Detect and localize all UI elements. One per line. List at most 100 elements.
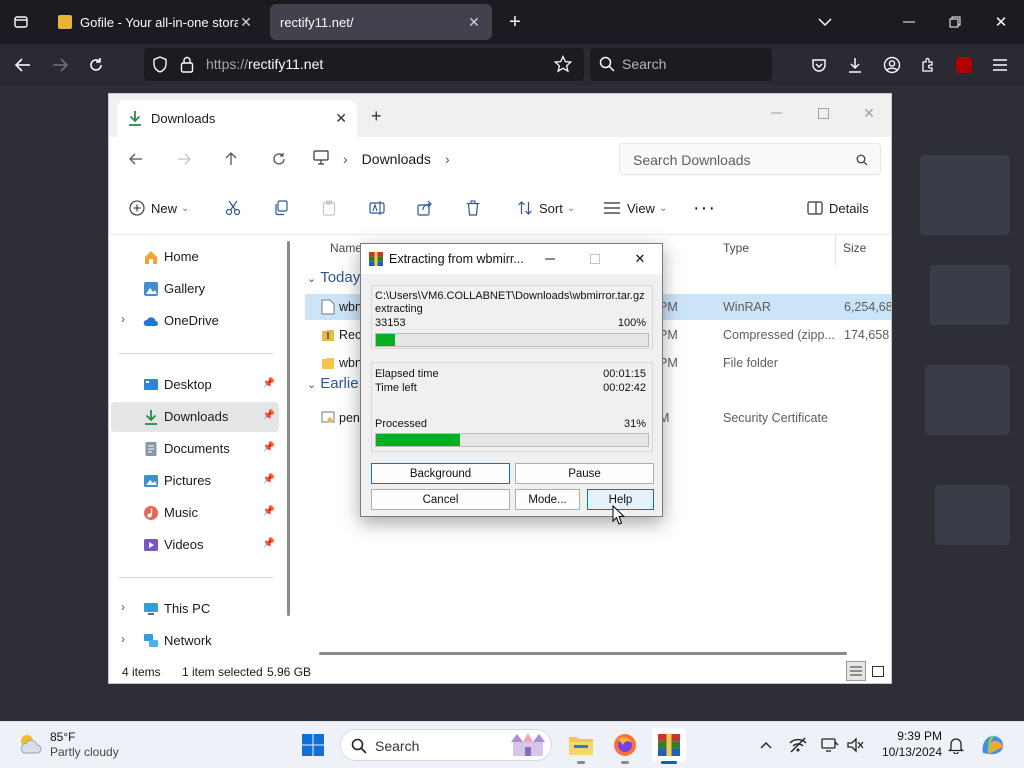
account-icon[interactable]: [879, 52, 905, 78]
sidebar-item-this-pc[interactable]: › This PC: [111, 594, 279, 624]
browser-search-box[interactable]: Search: [590, 48, 772, 81]
list-tabs-icon[interactable]: [812, 9, 838, 35]
minimize-icon[interactable]: [537, 249, 563, 269]
pin-icon[interactable]: 📌: [263, 378, 275, 389]
group-header-earlier[interactable]: ⌄ Earlie: [307, 375, 359, 392]
volume-muted-icon[interactable]: [846, 735, 866, 755]
shield-icon[interactable]: [152, 56, 168, 78]
sidebar-item-music[interactable]: Music 📌: [111, 498, 279, 528]
chevron-right-icon[interactable]: ›: [343, 151, 348, 167]
column-header-type[interactable]: Type: [723, 241, 749, 255]
minimize-icon[interactable]: [896, 9, 922, 35]
delete-button[interactable]: [465, 193, 487, 223]
chevron-right-icon[interactable]: ›: [445, 151, 450, 167]
sidebar-item-network[interactable]: › Network: [111, 626, 279, 656]
view-button[interactable]: View ⌄: [603, 193, 667, 223]
sidebar-item-home[interactable]: Home: [111, 242, 279, 272]
chevron-right-icon[interactable]: ›: [121, 600, 125, 614]
back-icon[interactable]: [10, 52, 36, 78]
close-tab-icon[interactable]: ✕: [466, 14, 482, 31]
clock-date[interactable]: 10/13/2024: [870, 745, 942, 759]
back-icon[interactable]: [123, 146, 149, 172]
restore-icon[interactable]: [942, 9, 968, 35]
display-icon[interactable]: [820, 735, 840, 755]
close-icon[interactable]: ✕: [854, 100, 884, 126]
network-offline-icon[interactable]: [788, 735, 808, 755]
new-tab-icon[interactable]: +: [371, 106, 382, 127]
weather-temperature[interactable]: 85°F: [50, 730, 75, 744]
up-icon[interactable]: [218, 146, 244, 172]
this-pc-icon[interactable]: [313, 150, 329, 168]
column-header-name[interactable]: Name: [330, 241, 362, 255]
notification-bell-icon[interactable]: [946, 735, 966, 755]
sidebar-item-gallery[interactable]: Gallery: [111, 274, 279, 304]
tab-overview-icon[interactable]: [8, 9, 34, 35]
share-button[interactable]: [417, 193, 439, 223]
chevron-right-icon[interactable]: ›: [121, 632, 125, 646]
breadcrumb-downloads[interactable]: Downloads: [362, 151, 431, 167]
breadcrumb[interactable]: › Downloads ›: [313, 145, 613, 173]
browser-tab-rectify[interactable]: rectify11.net/ ✕: [270, 4, 492, 40]
dialog-title-bar[interactable]: Extracting from wbmirr... ✕: [361, 244, 662, 274]
pin-icon[interactable]: 📌: [263, 506, 275, 517]
taskbar-winrar[interactable]: [652, 728, 686, 764]
cut-button[interactable]: [225, 193, 247, 223]
column-header-size[interactable]: Size: [843, 241, 866, 255]
pocket-icon[interactable]: [806, 52, 832, 78]
horizontal-scrollbar[interactable]: [319, 652, 847, 655]
mode-button[interactable]: Mode...: [515, 489, 580, 510]
weather-description[interactable]: Partly cloudy: [50, 745, 119, 759]
url-text[interactable]: https://rectify11.net: [206, 56, 323, 72]
new-tab-icon[interactable]: +: [502, 9, 528, 35]
weather-icon[interactable]: [16, 731, 44, 762]
details-button[interactable]: Details: [807, 193, 869, 223]
sidebar-item-desktop[interactable]: Desktop 📌: [111, 370, 279, 400]
pin-icon[interactable]: 📌: [263, 410, 275, 421]
new-button[interactable]: New ⌄: [129, 193, 189, 223]
paste-button[interactable]: [321, 193, 343, 223]
close-icon[interactable]: ✕: [627, 249, 653, 269]
sidebar-item-pictures[interactable]: Pictures 📌: [111, 466, 279, 496]
more-options-icon[interactable]: ···: [693, 193, 716, 223]
sidebar-item-videos[interactable]: Videos 📌: [111, 530, 279, 560]
sidebar-item-documents[interactable]: Documents 📌: [111, 434, 279, 464]
url-bar[interactable]: https://rectify11.net: [144, 48, 584, 81]
minimize-icon[interactable]: [761, 100, 791, 126]
forward-icon[interactable]: [171, 146, 197, 172]
pin-icon[interactable]: 📌: [263, 442, 275, 453]
explorer-search-input[interactable]: Search Downloads: [619, 143, 881, 175]
sidebar-item-downloads[interactable]: Downloads 📌: [111, 402, 279, 432]
downloads-icon[interactable]: [842, 52, 868, 78]
taskbar-file-explorer[interactable]: [564, 728, 598, 764]
extensions-icon[interactable]: [915, 52, 941, 78]
ublock-icon[interactable]: [951, 52, 977, 78]
copilot-icon[interactable]: [980, 732, 1006, 758]
sidebar-item-onedrive[interactable]: › OneDrive: [111, 306, 279, 336]
clock-time[interactable]: 9:39 PM: [870, 729, 942, 743]
column-divider[interactable]: [835, 235, 836, 265]
reload-icon[interactable]: [83, 52, 109, 78]
forward-icon[interactable]: [47, 52, 73, 78]
maximize-icon[interactable]: [808, 100, 838, 126]
pin-icon[interactable]: 📌: [263, 538, 275, 549]
bookmark-star-icon[interactable]: [553, 54, 573, 78]
menu-icon[interactable]: [987, 52, 1013, 78]
refresh-icon[interactable]: [266, 146, 292, 172]
close-icon[interactable]: ✕: [988, 9, 1014, 35]
browser-tab-gofile[interactable]: Gofile - Your all-in-one storage ✕: [48, 4, 264, 40]
taskbar-search[interactable]: Search: [340, 729, 552, 761]
cancel-button[interactable]: Cancel: [371, 489, 510, 510]
taskbar-firefox[interactable]: [608, 728, 642, 764]
lock-icon[interactable]: [180, 56, 194, 78]
details-view-icon[interactable]: [846, 661, 866, 681]
rename-button[interactable]: [369, 193, 391, 223]
close-tab-icon[interactable]: ✕: [335, 110, 347, 127]
pin-icon[interactable]: 📌: [263, 474, 275, 485]
pause-button[interactable]: Pause: [515, 463, 654, 484]
copy-button[interactable]: [273, 193, 295, 223]
group-header-today[interactable]: ⌄ Today: [307, 269, 360, 286]
show-hidden-icons-icon[interactable]: [756, 735, 776, 755]
tiles-view-icon[interactable]: [868, 661, 888, 681]
nav-scrollbar[interactable]: [287, 241, 290, 616]
maximize-icon[interactable]: [582, 249, 608, 269]
